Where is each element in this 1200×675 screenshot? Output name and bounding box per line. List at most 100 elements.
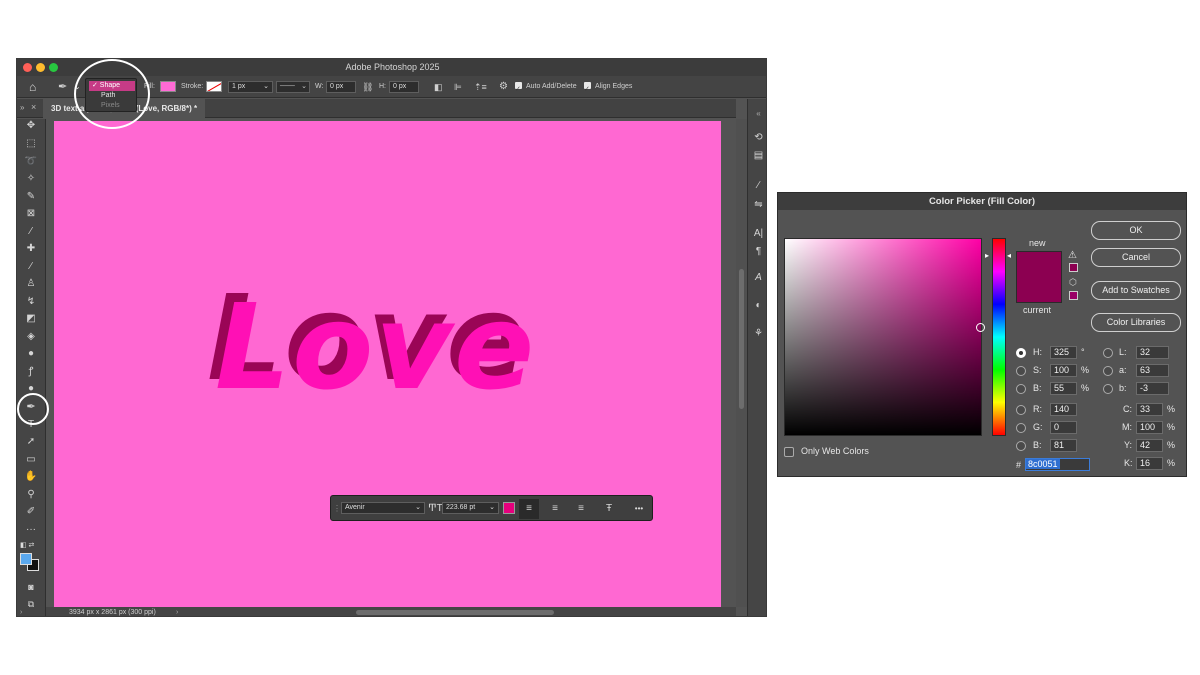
healing-brush-tool-icon[interactable]: ✚: [22, 242, 40, 256]
saturation-field[interactable]: 100: [1050, 364, 1077, 377]
brush-tool-icon[interactable]: ∕: [22, 260, 40, 274]
vertical-scrollbar[interactable]: [736, 119, 747, 607]
crop-tool-icon[interactable]: ⊠: [22, 207, 40, 221]
path-selection-tool-icon[interactable]: ➚: [22, 435, 40, 449]
blue-radio[interactable]: [1016, 441, 1026, 451]
lightness-radio[interactable]: [1103, 348, 1113, 358]
color-panel-icon[interactable]: ◐: [750, 299, 766, 313]
libraries-panel-icon[interactable]: ⚘: [750, 327, 766, 341]
collapse-dock-icon[interactable]: «: [750, 107, 766, 121]
collapse-panels-icon[interactable]: »: [20, 103, 24, 112]
marquee-tool-icon[interactable]: ⬚: [22, 137, 40, 151]
width-field[interactable]: 0 px: [326, 81, 356, 93]
cancel-button[interactable]: Cancel: [1091, 248, 1181, 267]
status-menu-chevron-icon[interactable]: ›: [176, 607, 178, 616]
hue-slider-right-arrow-icon[interactable]: ◂: [1007, 251, 1011, 260]
more-tools-icon[interactable]: ···: [22, 523, 40, 537]
horizontal-scrollbar[interactable]: [356, 610, 554, 615]
paint-bucket-tool-icon[interactable]: ◈: [22, 330, 40, 344]
clone-stamp-tool-icon[interactable]: ♙: [22, 277, 40, 291]
stroke-swatch[interactable]: [206, 81, 222, 92]
stroke-type-select[interactable]: ─── ⌄: [276, 81, 310, 93]
brush-panel-icon[interactable]: ∕: [750, 179, 766, 193]
magic-wand-tool-icon[interactable]: ✧: [22, 172, 40, 186]
magenta-field[interactable]: 100: [1136, 421, 1163, 434]
color-libraries-button[interactable]: Color Libraries: [1091, 313, 1181, 332]
smudge-tool-icon[interactable]: ꝭ: [22, 365, 40, 379]
adjustments-panel-icon[interactable]: ⇋: [750, 198, 766, 212]
more-options-icon[interactable]: •••: [630, 496, 648, 522]
swap-colors-icon[interactable]: ◧ ⇄: [20, 541, 42, 551]
height-field[interactable]: 0 px: [389, 81, 419, 93]
hex-field[interactable]: 8c0051: [1025, 458, 1090, 471]
align-edges-checkbox[interactable]: Align Edges: [584, 76, 632, 101]
a-field[interactable]: 63: [1136, 364, 1169, 377]
eyedropper-tool-icon[interactable]: ⁄: [22, 225, 40, 239]
quick-mask-icon[interactable]: ◙: [22, 580, 40, 594]
foreground-color-swatch[interactable]: [20, 553, 32, 565]
red-radio[interactable]: [1016, 405, 1026, 415]
close-tab-icon[interactable]: ×: [31, 102, 36, 112]
color-marker[interactable]: [976, 323, 985, 332]
lightness-field[interactable]: 32: [1136, 346, 1169, 359]
blur-tool-icon[interactable]: ●: [22, 347, 40, 361]
gamut-color-swatch[interactable]: [1069, 263, 1078, 272]
saturation-brightness-field[interactable]: [784, 238, 985, 436]
green-radio[interactable]: [1016, 423, 1026, 433]
path-operations-icon[interactable]: ◧: [434, 76, 443, 98]
align-left-icon[interactable]: ≡: [519, 499, 539, 519]
align-center-icon[interactable]: ≡: [545, 496, 565, 522]
out-of-gamut-warning-icon[interactable]: ⚠: [1068, 250, 1077, 261]
paragraph-panel-icon[interactable]: ¶: [750, 245, 766, 259]
hue-slider-left-arrow-icon[interactable]: ▸: [985, 251, 989, 260]
add-to-swatches-button[interactable]: Add to Swatches: [1091, 281, 1181, 300]
saturation-radio[interactable]: [1016, 366, 1026, 376]
link-icon[interactable]: ⛓: [362, 76, 373, 98]
comments-panel-icon[interactable]: ▤: [750, 149, 766, 163]
gear-icon[interactable]: ⚙: [499, 76, 508, 98]
lab-b-field[interactable]: -3: [1136, 382, 1169, 395]
path-arrangement-icon[interactable]: ⇡≡: [474, 76, 487, 98]
brightness-field[interactable]: 55: [1050, 382, 1077, 395]
green-field[interactable]: 0: [1050, 421, 1077, 434]
yellow-field[interactable]: 42: [1136, 439, 1163, 452]
lab-b-radio[interactable]: [1103, 384, 1113, 394]
character-panel-icon[interactable]: A|: [750, 227, 766, 241]
ok-button[interactable]: OK: [1091, 221, 1181, 240]
brightness-radio[interactable]: [1016, 384, 1026, 394]
move-tool-icon[interactable]: ✥: [22, 119, 40, 133]
font-family-select[interactable]: Avenir ⌄: [341, 502, 425, 514]
history-panel-icon[interactable]: ⟲: [750, 131, 766, 145]
hand-tool-icon[interactable]: ✋: [22, 470, 40, 484]
align-right-icon[interactable]: ≡: [571, 496, 591, 522]
hue-slider[interactable]: [992, 238, 1006, 436]
fill-swatch[interactable]: [160, 81, 176, 92]
edit-toolbar-icon[interactable]: ✐: [22, 505, 40, 519]
red-field[interactable]: 140: [1050, 403, 1077, 416]
web-safe-color-swatch[interactable]: [1069, 291, 1078, 300]
current-color-swatch[interactable]: [1016, 277, 1062, 303]
only-web-colors-checkbox[interactable]: [784, 447, 794, 457]
history-brush-tool-icon[interactable]: ↯: [22, 295, 40, 309]
text-properties-icon[interactable]: Ŧ: [599, 496, 619, 522]
stroke-width-field[interactable]: 1 px ⌄: [228, 81, 273, 93]
love-text-layer[interactable]: Love: [215, 288, 536, 406]
object-selection-tool-icon[interactable]: ✎: [22, 190, 40, 204]
blue-field[interactable]: 81: [1050, 439, 1077, 452]
text-color-swatch[interactable]: [503, 502, 515, 514]
cyan-field[interactable]: 33: [1136, 403, 1163, 416]
font-size-field[interactable]: 223.68 pt ⌄: [442, 502, 499, 514]
pen-tool-preset-icon[interactable]: ✒: [58, 76, 67, 98]
glyphs-panel-icon[interactable]: A: [750, 271, 766, 285]
auto-add-delete-checkbox[interactable]: Auto Add/Delete: [515, 76, 577, 101]
screen-mode-icon[interactable]: ⧉: [22, 597, 40, 611]
a-radio[interactable]: [1103, 366, 1113, 376]
lasso-tool-icon[interactable]: ➰: [22, 155, 40, 169]
expand-icon[interactable]: ›: [20, 607, 22, 616]
web-safe-cube-icon[interactable]: ⬡: [1069, 277, 1077, 288]
hue-field[interactable]: 325: [1050, 346, 1077, 359]
home-icon[interactable]: ⌂: [29, 76, 36, 98]
black-field[interactable]: 16: [1136, 457, 1163, 470]
eraser-tool-icon[interactable]: ◩: [22, 312, 40, 326]
rectangle-tool-icon[interactable]: ▭: [22, 453, 40, 467]
